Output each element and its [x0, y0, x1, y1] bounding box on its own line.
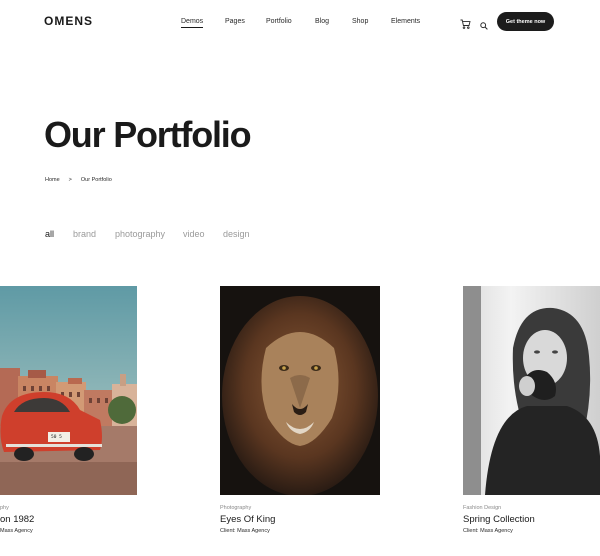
site-logo[interactable]: OMENS	[44, 14, 93, 28]
card-title[interactable]: Eyes Of King	[220, 514, 275, 525]
nav-elements[interactable]: Elements	[391, 17, 420, 26]
breadcrumb-home[interactable]: Home	[45, 177, 60, 183]
filter-brand[interactable]: brand	[73, 229, 96, 239]
cart-icon[interactable]	[460, 16, 471, 34]
portfolio-image-car[interactable]: 50 5	[0, 286, 137, 495]
portfolio-image-lion[interactable]	[220, 286, 380, 495]
card-category: Fashion Design	[463, 505, 502, 511]
client-value: Mass Agency	[0, 528, 33, 534]
card-client: Mass Agency	[0, 528, 33, 534]
card-category: Photography	[220, 505, 252, 511]
nav-shop[interactable]: Shop	[352, 17, 368, 26]
filter-all[interactable]: all	[45, 229, 54, 239]
card-category: phy	[0, 505, 9, 511]
card-title[interactable]: on 1982	[0, 514, 34, 525]
nav-pages[interactable]: Pages	[225, 17, 245, 26]
svg-text:50 5: 50 5	[51, 434, 62, 440]
card-client: Client: Mass Agency	[220, 528, 270, 534]
breadcrumb-current: Our Portfolio	[80, 177, 112, 183]
nav-portfolio[interactable]: Portfolio	[266, 17, 292, 26]
filter-video[interactable]: video	[183, 229, 205, 239]
client-label: Client:	[220, 528, 236, 534]
get-theme-button[interactable]: Get theme now	[497, 12, 554, 31]
page-title: Our Portfolio	[44, 114, 252, 155]
filter-design[interactable]: design	[223, 229, 250, 239]
client-value: Mass Agency	[237, 528, 270, 534]
card-client: Client: Mass Agency	[463, 528, 513, 534]
nav-blog[interactable]: Blog	[315, 17, 329, 26]
client-value: Mass Agency	[480, 528, 513, 534]
breadcrumb: Home > Our Portfolio	[45, 177, 112, 183]
card-title[interactable]: Spring Collection	[463, 514, 535, 525]
search-icon[interactable]	[480, 17, 488, 35]
filter-photography[interactable]: photography	[115, 229, 165, 239]
client-label: Client:	[463, 528, 479, 534]
breadcrumb-separator: >	[68, 177, 72, 183]
portfolio-image-woman[interactable]	[463, 286, 600, 495]
nav-demos[interactable]: Demos	[181, 17, 204, 28]
